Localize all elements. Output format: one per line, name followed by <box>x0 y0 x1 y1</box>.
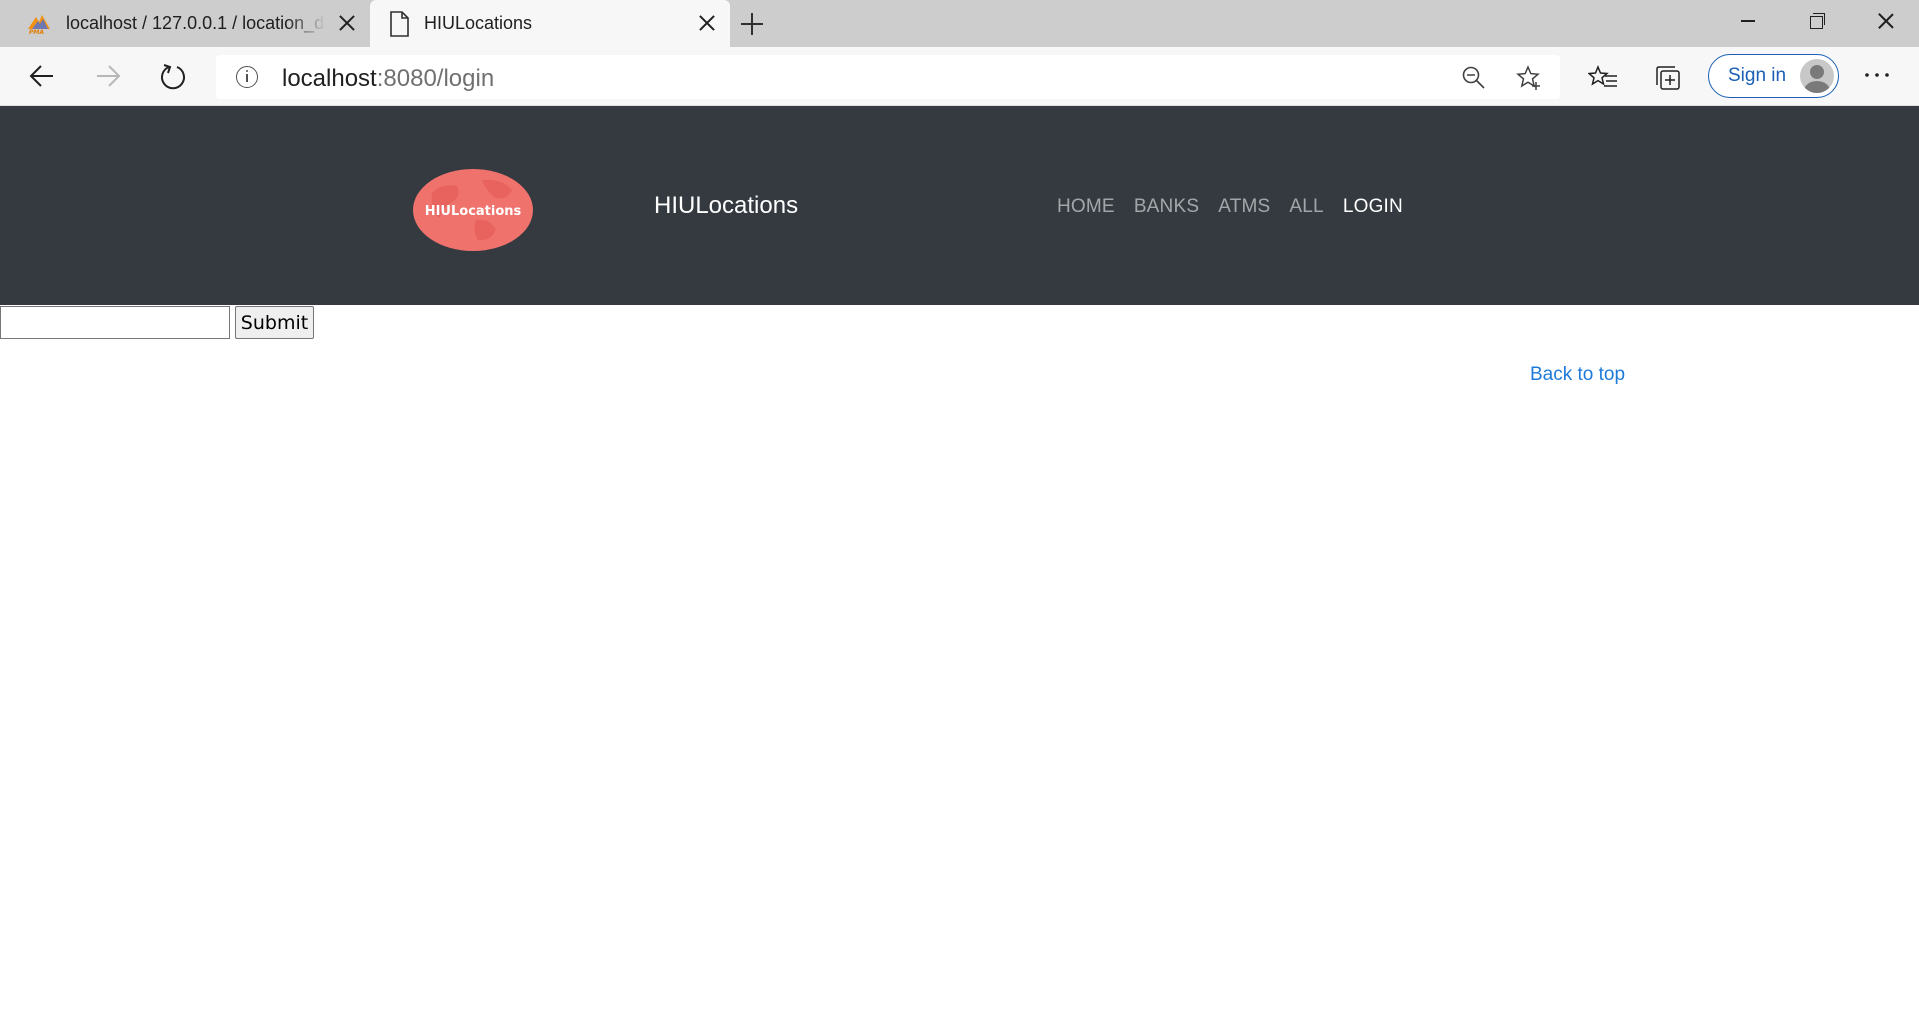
forward-button[interactable] <box>88 56 128 96</box>
reload-icon <box>161 64 185 90</box>
minimize-icon[interactable] <box>1714 0 1782 43</box>
close-icon[interactable] <box>698 14 716 32</box>
sign-in-label: Sign in <box>1728 65 1787 86</box>
tab-phpmyadmin[interactable]: PMA localhost / 127.0.0.1 / location_db <box>0 0 370 47</box>
nav-login[interactable]: LOGIN <box>1343 196 1403 218</box>
restore-icon[interactable] <box>1782 0 1850 43</box>
more-options-icon[interactable] <box>1862 69 1892 81</box>
tab-hiulocations[interactable]: HIULocations <box>370 0 730 47</box>
nav-atms[interactable]: ATMS <box>1218 196 1270 218</box>
logo-text: HIULocations <box>425 204 522 219</box>
arrow-left-icon <box>29 65 53 87</box>
browser-toolbar: localhost:8080/login Sign in <box>0 47 1919 106</box>
url-text[interactable]: localhost:8080/login <box>282 65 494 93</box>
window-close-icon[interactable] <box>1851 0 1919 43</box>
reload-button[interactable] <box>153 56 193 96</box>
nav-all[interactable]: ALL <box>1289 196 1323 218</box>
arrow-right-icon <box>97 65 121 87</box>
tab-title: localhost / 127.0.0.1 / location_db <box>66 13 326 33</box>
info-icon[interactable] <box>236 66 258 88</box>
page-icon <box>390 11 409 37</box>
back-to-top-link[interactable]: Back to top <box>1530 364 1625 386</box>
brand-title[interactable]: HIULocations <box>654 192 798 220</box>
tab-strip: PMA localhost / 127.0.0.1 / location_db … <box>0 0 1919 47</box>
collections-icon[interactable] <box>1654 64 1682 92</box>
svg-text:PMA: PMA <box>29 29 44 35</box>
new-tab-icon[interactable] <box>739 11 765 37</box>
back-button[interactable] <box>22 56 62 96</box>
favorites-icon[interactable] <box>1588 65 1618 91</box>
main-nav: HOME BANKS ATMS ALL LOGIN <box>1057 196 1403 218</box>
avatar <box>1800 59 1834 93</box>
address-bar[interactable]: localhost:8080/login <box>216 55 1560 99</box>
tab-title: HIULocations <box>424 13 533 33</box>
close-icon[interactable] <box>338 14 356 32</box>
zoom-out-icon[interactable] <box>1462 66 1486 90</box>
nav-banks[interactable]: BANKS <box>1134 196 1199 218</box>
star-add-icon[interactable] <box>1516 65 1542 91</box>
sign-in-button[interactable]: Sign in <box>1708 54 1839 98</box>
site-header: HIULocations HIULocations HOME BANKS ATM… <box>0 106 1919 305</box>
submit-button[interactable]: Submit <box>235 306 314 339</box>
login-input[interactable] <box>0 306 230 339</box>
phpmyadmin-icon: PMA <box>28 15 50 35</box>
globe-logo[interactable]: HIULocations <box>412 168 534 252</box>
nav-home[interactable]: HOME <box>1057 196 1115 218</box>
